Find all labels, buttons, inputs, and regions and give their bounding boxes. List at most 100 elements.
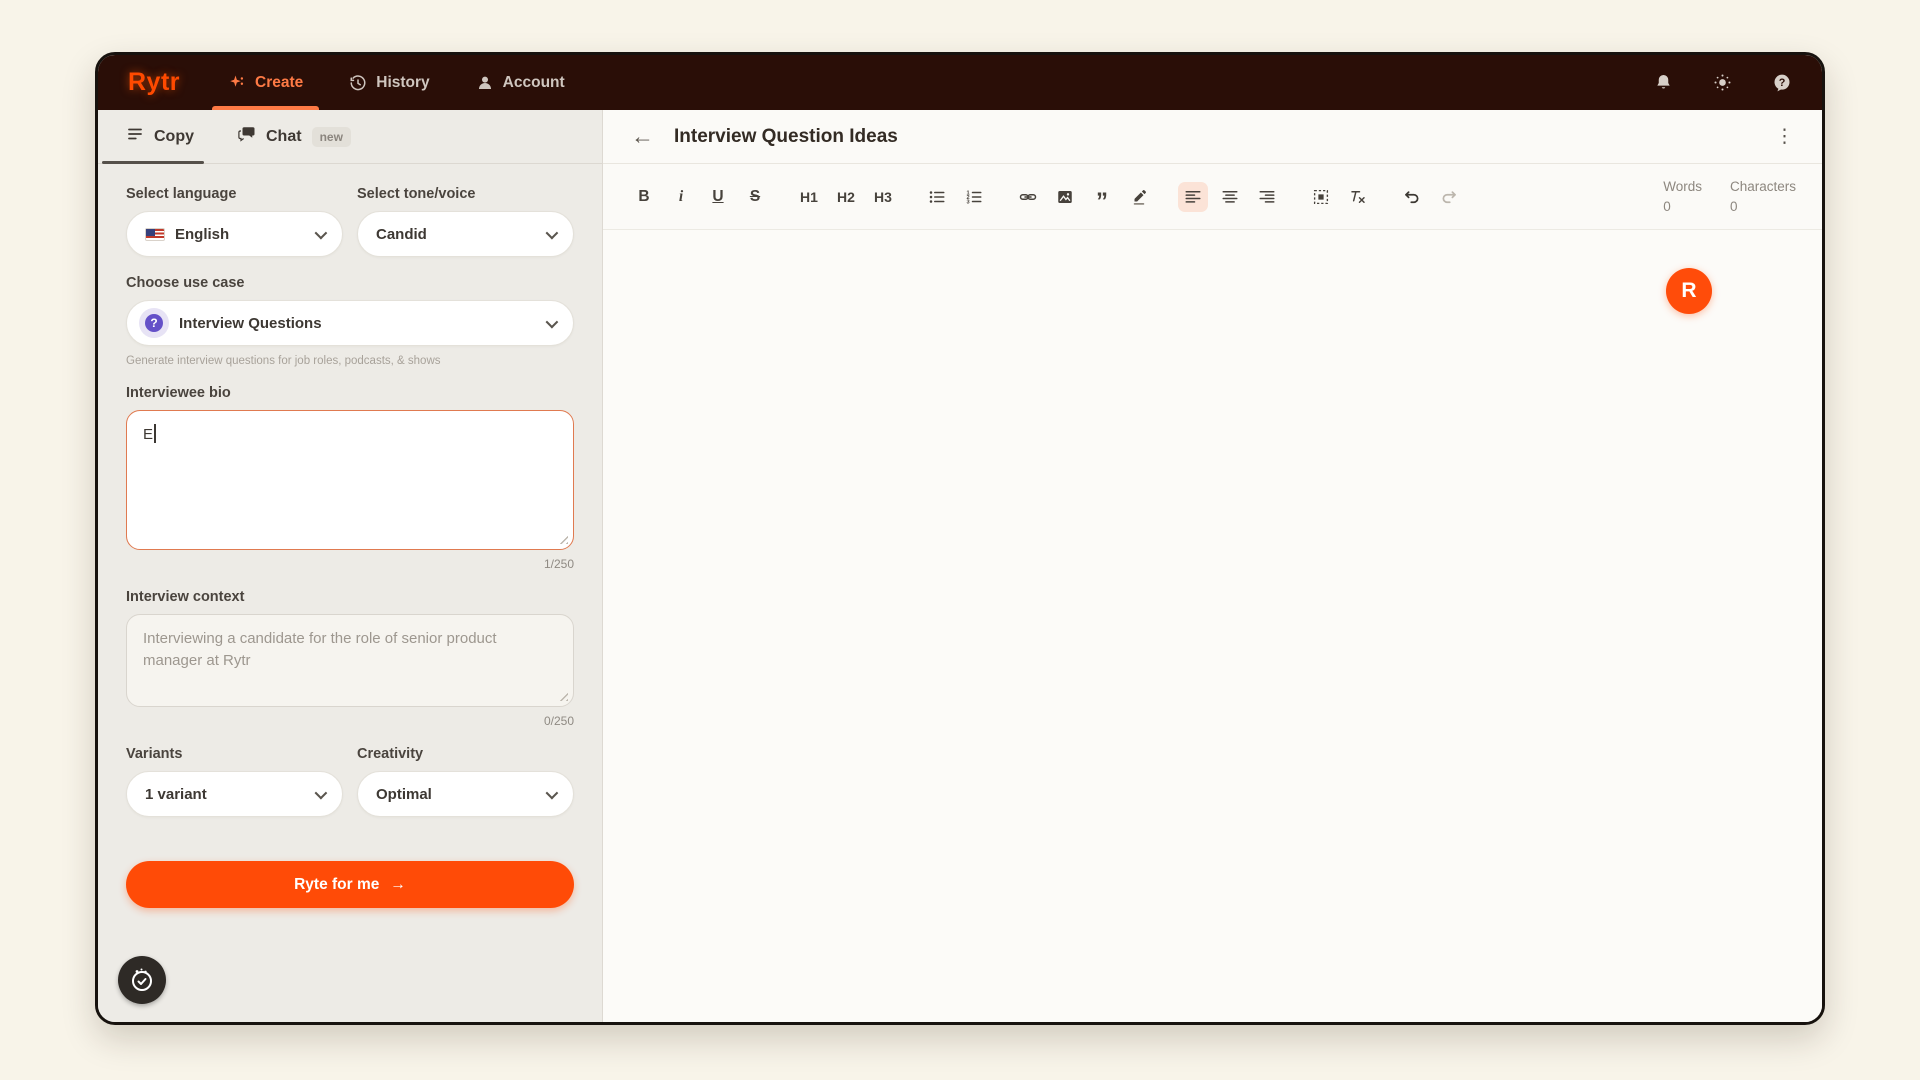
tone-label: Select tone/voice xyxy=(357,186,574,202)
history-clock-icon xyxy=(349,74,367,92)
app-window: Rytr Create H xyxy=(95,52,1825,1025)
use-case-select[interactable]: ? Interview Questions xyxy=(126,300,574,346)
creativity-label: Creativity xyxy=(357,746,574,762)
navbar-actions: ? xyxy=(1654,73,1792,93)
help-icon[interactable]: ? xyxy=(1772,73,1792,93)
words-label: Words xyxy=(1663,179,1702,194)
use-case-value: Interview Questions xyxy=(179,315,322,332)
notifications-bell-icon[interactable] xyxy=(1654,73,1673,92)
chat-bubble-icon xyxy=(238,125,256,148)
rytr-logo[interactable]: Rytr xyxy=(128,68,180,97)
chevron-down-icon xyxy=(546,226,559,239)
bio-label: Interviewee bio xyxy=(126,385,574,401)
clock-check-icon xyxy=(127,965,157,995)
context-placeholder: Interviewing a candidate for the role of… xyxy=(143,630,497,669)
nav-tab-label: Account xyxy=(503,74,565,92)
lines-icon xyxy=(126,125,144,148)
language-value: English xyxy=(175,226,229,243)
italic-button[interactable]: i xyxy=(666,182,696,212)
heading1-button[interactable]: H1 xyxy=(794,182,824,212)
select-all-button[interactable] xyxy=(1306,182,1336,212)
tab-copy-label: Copy xyxy=(154,128,194,146)
link-button[interactable] xyxy=(1013,182,1043,212)
align-center-button[interactable] xyxy=(1215,182,1245,212)
left-sidebar: Copy Chat new Select languag xyxy=(98,110,603,1022)
numbered-list-button[interactable]: 123 xyxy=(959,182,989,212)
heading2-button[interactable]: H2 xyxy=(831,182,861,212)
chevron-down-icon xyxy=(315,226,328,239)
chevron-down-icon xyxy=(546,315,559,328)
theme-brightness-icon[interactable] xyxy=(1713,73,1732,92)
tone-value: Candid xyxy=(376,226,427,243)
rytr-avatar-badge[interactable]: R xyxy=(1666,268,1712,314)
chevron-down-icon xyxy=(315,786,328,799)
characters-value: 0 xyxy=(1730,199,1796,214)
clear-format-button[interactable] xyxy=(1343,182,1373,212)
svg-text:3: 3 xyxy=(967,199,970,205)
blockquote-button[interactable]: ” xyxy=(1087,182,1117,212)
creativity-select[interactable]: Optimal xyxy=(357,771,574,817)
variants-label: Variants xyxy=(126,746,343,762)
words-value: 0 xyxy=(1663,199,1702,214)
person-icon xyxy=(476,74,494,92)
chevron-down-icon xyxy=(546,786,559,799)
characters-label: Characters xyxy=(1730,179,1796,194)
desktop: { "icons": { "back_arrow": "←", "kebab":… xyxy=(0,0,1920,1080)
app-body: Copy Chat new Select languag xyxy=(98,110,1822,1022)
image-button[interactable] xyxy=(1050,182,1080,212)
svg-text:?: ? xyxy=(1779,76,1786,88)
resize-handle[interactable] xyxy=(557,533,568,544)
document-title: Interview Question Ideas xyxy=(674,126,898,148)
document-header: ← Interview Question Ideas ⋮ xyxy=(603,110,1822,164)
interviewee-bio-input[interactable]: E xyxy=(126,410,574,550)
redo-button[interactable] xyxy=(1434,182,1464,212)
bio-value: E xyxy=(143,426,153,443)
undo-button[interactable] xyxy=(1397,182,1427,212)
context-counter: 0/250 xyxy=(126,714,574,728)
editor-panel: ← Interview Question Ideas ⋮ B i U S H1 … xyxy=(603,110,1822,1022)
tone-select[interactable]: Candid xyxy=(357,211,574,257)
ryte-for-me-button[interactable]: Ryte for me → xyxy=(126,861,574,908)
creativity-value: Optimal xyxy=(376,786,432,803)
align-right-button[interactable] xyxy=(1252,182,1282,212)
question-circle-icon: ? xyxy=(139,308,169,338)
context-label: Interview context xyxy=(126,589,574,605)
consent-widget-button[interactable] xyxy=(118,956,166,1004)
back-arrow-icon[interactable]: ← xyxy=(631,125,654,148)
primary-nav: Create History xyxy=(228,55,565,110)
bold-button[interactable]: B xyxy=(629,182,659,212)
highlight-pen-button[interactable] xyxy=(1124,182,1154,212)
nav-tab-history[interactable]: History xyxy=(349,55,429,110)
variants-value: 1 variant xyxy=(145,786,207,803)
interview-context-input[interactable]: Interviewing a candidate for the role of… xyxy=(126,614,574,707)
language-select[interactable]: English xyxy=(126,211,343,257)
variants-select[interactable]: 1 variant xyxy=(126,771,343,817)
strikethrough-button[interactable]: S xyxy=(740,182,770,212)
align-left-button[interactable] xyxy=(1178,182,1208,212)
nav-tab-label: Create xyxy=(255,74,303,92)
word-count-stats: Words 0 Characters 0 xyxy=(1663,179,1796,214)
bullet-list-button[interactable] xyxy=(922,182,952,212)
text-caret xyxy=(154,424,156,443)
resize-handle[interactable] xyxy=(557,690,568,701)
tab-chat[interactable]: Chat new xyxy=(238,110,351,163)
bio-counter: 1/250 xyxy=(126,557,574,571)
top-navbar: Rytr Create H xyxy=(98,55,1822,110)
us-flag-icon xyxy=(145,228,165,241)
nav-tab-create[interactable]: Create xyxy=(228,55,303,110)
nav-tab-account[interactable]: Account xyxy=(476,55,565,110)
tab-copy[interactable]: Copy xyxy=(126,110,194,163)
heading3-button[interactable]: H3 xyxy=(868,182,898,212)
arrow-right-icon: → xyxy=(390,876,406,894)
sidebar-tabs: Copy Chat new xyxy=(98,110,602,164)
more-options-icon[interactable]: ⋮ xyxy=(1775,125,1794,148)
generator-form: Select language English Select tone/voic… xyxy=(98,164,602,1022)
sparkle-icon xyxy=(228,74,246,92)
use-case-label: Choose use case xyxy=(126,275,574,291)
cta-label: Ryte for me xyxy=(294,876,379,894)
new-badge: new xyxy=(312,127,351,147)
nav-tab-label: History xyxy=(376,74,429,92)
underline-button[interactable]: U xyxy=(703,182,733,212)
document-editor-area[interactable]: R xyxy=(603,230,1822,1022)
tab-chat-label: Chat xyxy=(266,128,302,146)
